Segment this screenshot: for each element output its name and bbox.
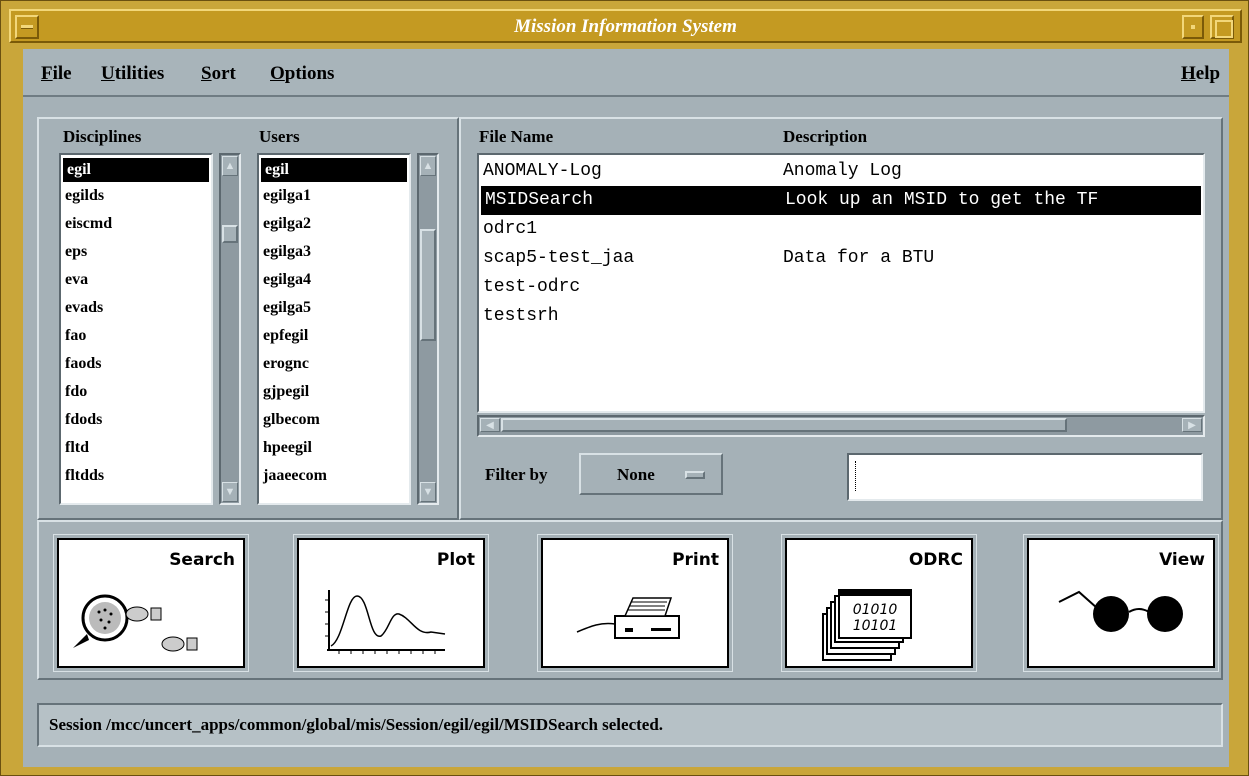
file-description-cell: Anomaly Log — [783, 161, 902, 181]
menu-options[interactable]: Options — [270, 63, 334, 85]
scroll-right-arrow-icon[interactable]: ▶ — [1182, 418, 1202, 432]
file-name-cell: odrc1 — [483, 219, 538, 239]
title-bar[interactable]: Mission Information System — [9, 9, 1242, 43]
eyeglasses-icon — [1058, 590, 1183, 632]
filter-value: None — [617, 465, 655, 484]
file-name-cell: scap5-test_jaa — [483, 248, 635, 268]
user-list-item[interactable]: glbecom — [259, 406, 409, 434]
printer-icon — [576, 597, 680, 639]
hscroll-thumb[interactable] — [501, 418, 1067, 432]
status-text: Session /mcc/uncert_apps/common/global/m… — [49, 715, 664, 734]
file-row[interactable]: ANOMALY-Log Anomaly Log — [479, 157, 1203, 186]
user-list-item[interactable]: egilga2 — [259, 210, 409, 238]
user-list-item[interactable]: egil — [261, 158, 407, 182]
user-list-item[interactable]: epfegil — [259, 322, 409, 350]
menu-utilities[interactable]: Utilities — [101, 63, 164, 85]
print-button[interactable]: Print — [538, 535, 732, 671]
filter-label: Filter by — [485, 465, 548, 484]
menu-bar: File Utilities Sort Options Help — [23, 49, 1229, 97]
option-menu-indicator-icon — [685, 471, 705, 479]
scroll-thumb[interactable] — [420, 229, 436, 341]
menu-file-rest: ile — [52, 63, 72, 84]
scroll-thumb[interactable] — [222, 225, 238, 243]
menu-help[interactable]: Help — [1181, 63, 1220, 85]
disciplines-list[interactable]: egil egilds eiscmd eps eva evads fao faods fdo fd… — [59, 153, 213, 505]
svg-text:01010: 01010 — [853, 602, 898, 618]
files-hscrollbar[interactable]: ◀ ▶ — [477, 415, 1205, 437]
text-cursor-icon — [855, 461, 857, 491]
view-button[interactable]: View — [1024, 535, 1218, 671]
application-window: Mission Information System File Utilitie… — [0, 0, 1249, 776]
discipline-list-item[interactable]: faods — [61, 350, 211, 378]
users-scrollbar[interactable]: ▲ ▼ — [417, 153, 439, 505]
odrc-button[interactable]: ODRC 01010 10101 — [782, 535, 976, 671]
user-list-item[interactable]: jaaeecom — [259, 462, 409, 490]
user-list-item[interactable]: egilga3 — [259, 238, 409, 266]
user-list-item[interactable]: egilga5 — [259, 294, 409, 322]
user-list-item[interactable]: gjpegil — [259, 378, 409, 406]
users-header: Users — [259, 127, 300, 146]
disciplines-scrollbar[interactable]: ▲ ▼ — [219, 153, 241, 505]
svg-text:10101: 10101 — [853, 618, 898, 634]
file-description-cell: Look up an MSID to get the TF — [785, 190, 1099, 210]
file-name-cell: ANOMALY-Log — [483, 161, 602, 181]
user-list-item[interactable]: erognc — [259, 350, 409, 378]
discipline-list-item[interactable]: fao — [61, 322, 211, 350]
discipline-list-item[interactable]: evads — [61, 294, 211, 322]
file-name-cell: test-odrc — [483, 277, 581, 297]
minimize-button[interactable] — [1182, 15, 1204, 39]
status-bar: Session /mcc/uncert_apps/common/global/m… — [37, 703, 1223, 747]
files-panel: File Name Description ANOMALY-Log Anomaly… — [459, 117, 1223, 520]
scroll-up-arrow-icon[interactable]: ▲ — [420, 156, 436, 176]
selection-panel: Disciplines Users egil egilds eiscmd eps eva… — [37, 117, 459, 520]
filter-text-input[interactable] — [847, 453, 1203, 501]
plot-button[interactable]: Plot — [294, 535, 488, 671]
line-plot-icon — [325, 590, 446, 654]
discipline-list-item[interactable]: egilds — [61, 182, 211, 210]
maximize-button[interactable] — [1210, 15, 1234, 39]
file-row[interactable]: scap5-test_jaa Data for a BTU — [479, 244, 1203, 273]
client-area: File Utilities Sort Options Help Discipl… — [23, 49, 1229, 767]
discipline-list-item[interactable]: fdo — [61, 378, 211, 406]
discipline-list-item[interactable]: fltd — [61, 434, 211, 462]
menu-file[interactable]: File — [41, 63, 72, 85]
files-list[interactable]: ANOMALY-Log Anomaly Log MSIDSearch Look up … — [477, 153, 1205, 413]
file-row[interactable]: testsrh — [479, 302, 1203, 331]
discipline-list-item[interactable]: egil — [63, 158, 209, 182]
users-list[interactable]: egil egilga1 egilga2 egilga3 egilga4 egilga5 e… — [257, 153, 411, 505]
binary-documents-icon: 01010 10101 — [822, 589, 912, 661]
file-row[interactable]: odrc1 — [479, 215, 1203, 244]
file-name-cell: testsrh — [483, 306, 559, 326]
user-list-item[interactable]: hpeegil — [259, 434, 409, 462]
scroll-down-arrow-icon[interactable]: ▼ — [222, 482, 238, 502]
scroll-down-arrow-icon[interactable]: ▼ — [420, 482, 436, 502]
actions-row: Search Plot Print ODRC 01010 10101 View — [54, 535, 1218, 671]
file-description-cell: Data for a BTU — [783, 248, 935, 268]
scroll-up-arrow-icon[interactable]: ▲ — [222, 156, 238, 176]
file-name-cell: MSIDSearch — [485, 190, 594, 210]
user-list-item[interactable]: egilga1 — [259, 182, 409, 210]
discipline-list-item[interactable]: eps — [61, 238, 211, 266]
disciplines-header: Disciplines — [63, 127, 142, 146]
file-name-header: File Name — [479, 127, 554, 146]
actions-panel: Search Plot Print ODRC 01010 10101 View — [37, 520, 1223, 680]
discipline-list-item[interactable]: eiscmd — [61, 210, 211, 238]
menu-sort[interactable]: Sort — [201, 63, 236, 85]
search-button[interactable]: Search — [54, 535, 248, 671]
user-list-item[interactable]: egilga4 — [259, 266, 409, 294]
window-title: Mission Information System — [514, 16, 737, 37]
discipline-list-item[interactable]: eva — [61, 266, 211, 294]
file-row[interactable]: MSIDSearch Look up an MSID to get the TF — [481, 186, 1201, 215]
description-header: Description — [783, 127, 868, 146]
discipline-list-item[interactable]: fltdds — [61, 462, 211, 490]
discipline-list-item[interactable]: fdods — [61, 406, 211, 434]
scroll-left-arrow-icon[interactable]: ◀ — [480, 418, 500, 432]
filter-option-menu[interactable]: None — [579, 453, 723, 495]
file-row[interactable]: test-odrc — [479, 273, 1203, 302]
magnifier-footprints-icon — [73, 594, 198, 652]
